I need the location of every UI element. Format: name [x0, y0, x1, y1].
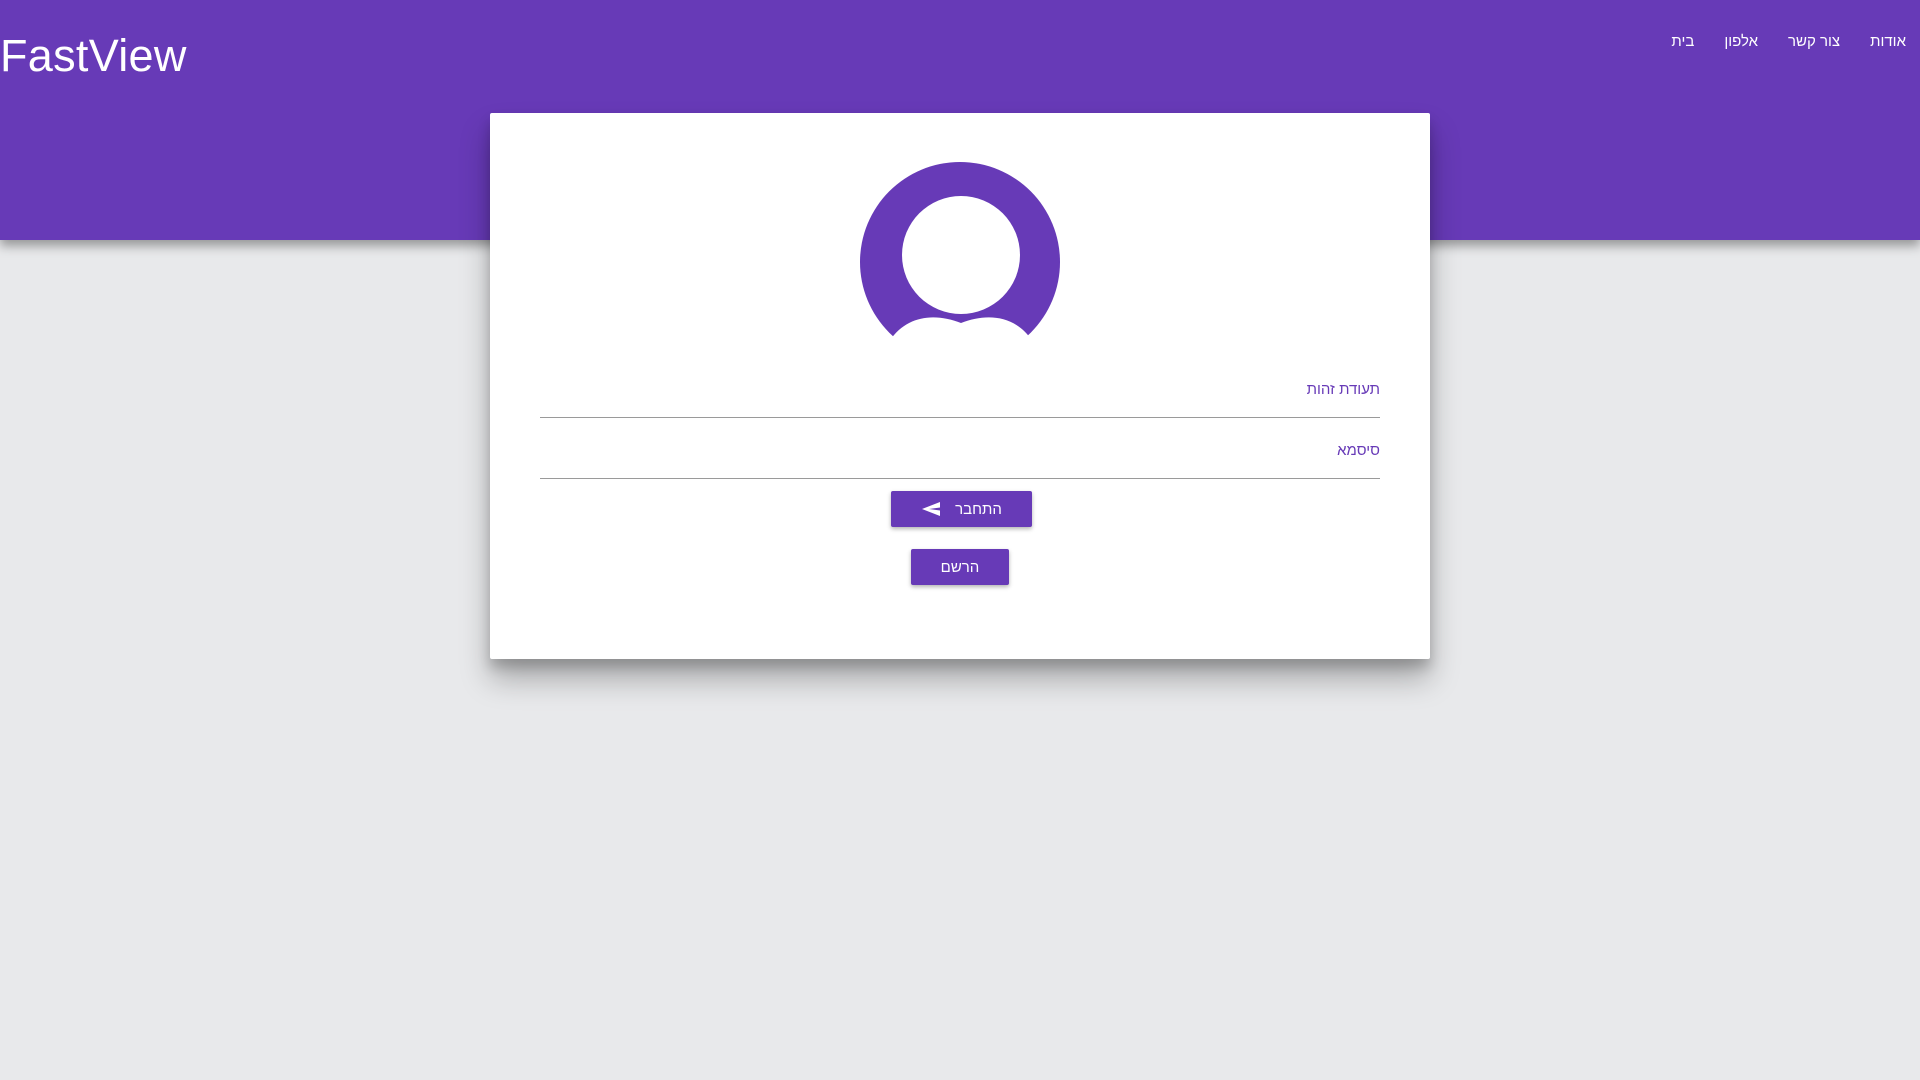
- password-field: סיסמא: [540, 441, 1380, 479]
- id-label: תעודת זהות: [1306, 381, 1380, 398]
- password-label: סיסמא: [1337, 442, 1380, 459]
- nav-item-contact[interactable]: צור קשר: [1788, 30, 1840, 54]
- login-button[interactable]: התחבר: [891, 491, 1032, 527]
- login-card: תעודת זהות סיסמא התחבר הרשם: [490, 113, 1430, 659]
- brand-title[interactable]: FastView: [0, 28, 187, 84]
- account-circle-icon: [860, 162, 1060, 341]
- send-icon: [922, 502, 941, 516]
- register-button-label: הרשם: [940, 558, 980, 576]
- id-input[interactable]: [540, 403, 1380, 418]
- login-button-label: התחבר: [955, 500, 1002, 518]
- nav-item-phonebook[interactable]: אלפון: [1724, 30, 1758, 54]
- register-button[interactable]: הרשם: [911, 549, 1009, 585]
- top-nav: בית אלפון צור קשר אודות: [1671, 30, 1906, 54]
- nav-item-about[interactable]: אודות: [1870, 30, 1906, 54]
- password-input[interactable]: [540, 464, 1380, 479]
- nav-item-home[interactable]: בית: [1671, 30, 1694, 54]
- id-field: תעודת זהות: [540, 380, 1380, 418]
